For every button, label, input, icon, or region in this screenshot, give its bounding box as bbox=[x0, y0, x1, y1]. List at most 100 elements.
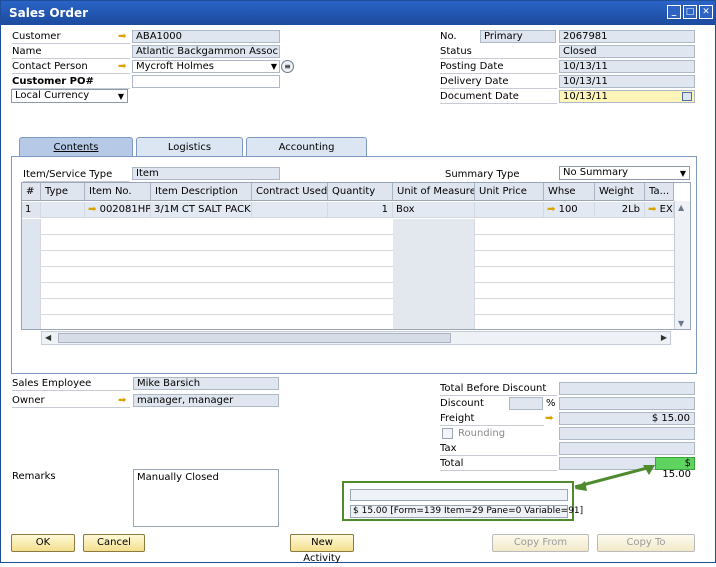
total-underline bbox=[440, 470, 557, 471]
horizontal-scrollbar[interactable]: ◀ ▶ bbox=[41, 331, 671, 345]
chevron-down-icon[interactable]: ▼ bbox=[271, 61, 277, 72]
column-header[interactable]: Quantity bbox=[328, 183, 393, 201]
column-header[interactable]: Ta... bbox=[645, 183, 674, 201]
column-header[interactable]: Type bbox=[41, 183, 85, 201]
scroll-left-icon[interactable]: ◀ bbox=[45, 333, 51, 342]
uom-cell[interactable] bbox=[393, 235, 475, 251]
vertical-scrollbar[interactable]: ▲ ▼ bbox=[674, 201, 690, 329]
freight-field: $ 15.00 bbox=[559, 412, 695, 425]
uom-cell[interactable]: Box bbox=[393, 202, 475, 218]
column-header[interactable]: Item No. bbox=[85, 183, 151, 201]
contact-link-arrow-icon[interactable]: ➡ bbox=[118, 62, 130, 72]
scroll-right-icon[interactable]: ▶ bbox=[661, 333, 667, 342]
freight-link-arrow-icon[interactable]: ➡ bbox=[545, 414, 557, 424]
table-row[interactable]: 1 ➡ 002081HP 3/1M CT SALT PACKE 1 Box ➡ … bbox=[22, 202, 674, 218]
rounding-checkbox[interactable] bbox=[442, 428, 453, 439]
table-row[interactable] bbox=[22, 251, 674, 267]
tax-link-arrow-icon[interactable]: ➡ bbox=[648, 204, 656, 215]
item-service-type-field[interactable]: Item bbox=[132, 167, 280, 180]
table-row[interactable] bbox=[22, 267, 674, 283]
column-header[interactable]: Contract Used bbox=[252, 183, 328, 201]
uom-cell[interactable] bbox=[393, 251, 475, 267]
column-header[interactable]: Unit Price bbox=[475, 183, 544, 201]
currency-select[interactable]: Local Currency ▼ bbox=[11, 89, 128, 103]
customer-po-field[interactable] bbox=[132, 75, 280, 88]
new-activity-button[interactable]: New Activity bbox=[290, 534, 354, 564]
uom-cell[interactable] bbox=[393, 299, 475, 315]
table-row[interactable] bbox=[22, 315, 674, 329]
remarks-field[interactable]: Manually Closed bbox=[133, 469, 279, 527]
item-description-cell[interactable]: 3/1M CT SALT PACKE bbox=[151, 202, 252, 218]
posting-date-field[interactable]: 10/13/11 bbox=[559, 60, 695, 73]
scroll-up-icon[interactable]: ▲ bbox=[678, 203, 684, 212]
copy-from-button[interactable]: Copy From bbox=[492, 534, 589, 552]
document-date-label: Document Date bbox=[440, 91, 519, 102]
type-cell[interactable] bbox=[41, 202, 85, 218]
owner-link-arrow-icon[interactable]: ➡ bbox=[118, 396, 130, 406]
chevron-down-icon: ▼ bbox=[679, 169, 686, 178]
column-header[interactable]: Unit of Measure bbox=[393, 183, 475, 201]
total-value-highlight: $ 15.00 bbox=[655, 457, 695, 480]
scroll-thumb[interactable] bbox=[58, 333, 451, 343]
series-field[interactable]: Primary bbox=[480, 30, 556, 43]
unit-price-cell[interactable] bbox=[475, 202, 544, 218]
owner-label: Owner bbox=[12, 395, 45, 406]
document-number-field[interactable]: 2067981 bbox=[559, 30, 695, 43]
customer-field[interactable]: ABA1000 bbox=[132, 30, 280, 43]
quantity-cell[interactable]: 1 bbox=[328, 202, 393, 218]
maximize-icon[interactable]: □ bbox=[683, 5, 697, 19]
item-no-value: 002081HP bbox=[99, 204, 151, 215]
sales-order-window: Sales Order _ □ ✕ Customer ➡ ABA1000 Nam… bbox=[0, 0, 716, 564]
column-header[interactable]: Item Description bbox=[151, 183, 252, 201]
table-row[interactable] bbox=[22, 219, 674, 235]
uom-cell[interactable] bbox=[393, 219, 475, 235]
column-header[interactable]: Whse bbox=[544, 183, 595, 201]
contract-cell[interactable] bbox=[252, 202, 328, 218]
status-field: Closed bbox=[559, 45, 695, 58]
uom-cell[interactable] bbox=[393, 315, 475, 329]
currency-value: Local Currency bbox=[15, 90, 90, 101]
weight-cell[interactable]: 2Lb bbox=[595, 202, 645, 218]
delivery-date-field[interactable]: 10/13/11 bbox=[559, 75, 695, 88]
tab-accounting[interactable]: Accounting bbox=[246, 137, 367, 157]
freight-label: Freight bbox=[440, 413, 475, 424]
column-header[interactable]: Weight bbox=[595, 183, 645, 201]
ok-button[interactable]: OK bbox=[11, 534, 75, 552]
table-row[interactable] bbox=[22, 235, 674, 251]
table-row[interactable] bbox=[22, 299, 674, 315]
chevron-down-icon: ▼ bbox=[117, 92, 124, 101]
whse-link-arrow-icon[interactable]: ➡ bbox=[547, 204, 555, 215]
summary-type-label: Summary Type bbox=[445, 169, 520, 180]
sales-employee-field[interactable]: Mike Barsich bbox=[133, 377, 279, 390]
discount-percent-field[interactable] bbox=[509, 397, 543, 410]
summary-type-select[interactable]: No Summary ▼ bbox=[559, 166, 690, 180]
uom-cell[interactable] bbox=[393, 267, 475, 283]
calendar-icon[interactable] bbox=[682, 92, 692, 101]
minimize-icon[interactable]: _ bbox=[667, 5, 681, 19]
tab-logistics[interactable]: Logistics bbox=[136, 137, 243, 157]
debug-info-text: $ 15.00 [Form=139 Item=29 Pane=0 Variabl… bbox=[350, 505, 583, 518]
list-details-icon[interactable]: ≡ bbox=[281, 60, 294, 73]
column-header[interactable]: # bbox=[22, 183, 41, 201]
tab-contents[interactable]: Contents bbox=[19, 137, 133, 157]
scroll-down-icon[interactable]: ▼ bbox=[678, 319, 684, 328]
table-row[interactable] bbox=[22, 283, 674, 299]
tax-cell[interactable]: ➡ EX bbox=[645, 202, 674, 218]
item-link-arrow-icon[interactable]: ➡ bbox=[88, 204, 96, 215]
close-icon[interactable]: ✕ bbox=[699, 5, 713, 19]
owner-underline bbox=[12, 407, 130, 408]
contact-person-select[interactable]: Mycroft Holmes ▼ bbox=[132, 60, 280, 73]
name-field[interactable]: Atlantic Backgammon Assoc. bbox=[132, 45, 280, 58]
owner-field[interactable]: manager, manager bbox=[133, 394, 279, 407]
document-date-field[interactable]: 10/13/11 bbox=[559, 90, 695, 103]
uom-cell[interactable] bbox=[393, 283, 475, 299]
copy-to-button[interactable]: Copy To bbox=[597, 534, 695, 552]
title-bar[interactable]: Sales Order _ □ ✕ bbox=[1, 1, 715, 25]
item-no-cell[interactable]: ➡ 002081HP bbox=[85, 202, 151, 218]
whse-cell[interactable]: ➡ 100 bbox=[544, 202, 595, 218]
cancel-button[interactable]: Cancel bbox=[83, 534, 145, 552]
customer-link-arrow-icon[interactable]: ➡ bbox=[118, 32, 130, 42]
summary-type-value: No Summary bbox=[563, 167, 629, 178]
customer-po-label: Customer PO# bbox=[12, 76, 94, 87]
discount-amount-field[interactable] bbox=[559, 397, 695, 410]
